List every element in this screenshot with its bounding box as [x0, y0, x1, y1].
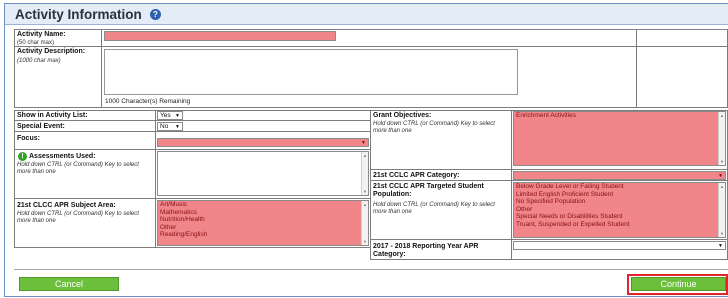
scroll-down-icon: ▼ [720, 159, 724, 164]
special-event-select[interactable]: No ▼ [157, 122, 183, 131]
activity-name-label: Activity Name: [17, 31, 66, 38]
list-item[interactable]: Truant, Suspended or Expelled Student [514, 221, 725, 229]
scroll-down-icon: ▼ [720, 231, 724, 236]
reporting-category-label-cell: 2017 - 2018 Reporting Year APR Category: [370, 239, 512, 260]
scroll-up-icon: ▲ [363, 153, 367, 158]
targeted-population-scrollbar[interactable]: ▲ ▼ [718, 183, 725, 237]
targeted-population-listbox[interactable]: Below Grade Level or Failing Student Lim… [513, 182, 726, 238]
chevron-down-icon: ▼ [175, 124, 180, 130]
targeted-population-hint: Hold down CTRL (or Command) Key to selec… [373, 202, 495, 215]
scroll-up-icon: ▲ [363, 202, 367, 207]
targeted-population-label: 21st CCLC APR Targeted Student Populatio… [373, 183, 484, 198]
activity-description-label-cell: Activity Description: (1000 char max) [14, 46, 102, 108]
activity-name-input[interactable] [104, 31, 336, 41]
list-item[interactable]: Other [158, 224, 368, 232]
show-in-list-value: Yes [160, 112, 171, 119]
activity-name-side-cell [636, 29, 728, 47]
focus-label: Focus: [17, 135, 40, 142]
chevron-down-icon: ▼ [718, 243, 723, 249]
continue-button[interactable]: Continue [631, 277, 726, 291]
subject-area-listbox[interactable]: Art/Music Mathematics Nutrition/Health O… [157, 200, 369, 246]
subject-area-hint: Hold down CTRL (or Command) Key to selec… [17, 211, 139, 224]
list-item[interactable]: Special Needs or Disabilities Student [514, 213, 725, 221]
list-item[interactable]: Reading/English [158, 231, 368, 239]
info-icon: ! [18, 152, 27, 161]
assessments-label: Assessments Used: [29, 153, 96, 160]
character-remaining-count: 1000 Character(s) Remaining [105, 98, 191, 105]
footer-divider [14, 269, 728, 270]
list-item[interactable]: Art/Music [158, 201, 368, 209]
activity-description-label: Activity Description: [17, 48, 86, 55]
special-event-label: Special Event: [17, 123, 65, 130]
grant-objectives-scrollbar[interactable]: ▲ ▼ [718, 112, 725, 165]
panel-header: Activity Information ? [5, 4, 728, 25]
list-item[interactable]: No Specified Population [514, 198, 725, 206]
chevron-down-icon: ▼ [175, 113, 180, 119]
reporting-category-select[interactable]: ▼ [513, 241, 726, 250]
list-item[interactable]: Below Grade Level or Failing Student [514, 183, 725, 191]
scroll-down-icon: ▼ [363, 239, 367, 244]
chevron-down-icon: ▼ [361, 140, 366, 146]
list-item[interactable]: Other [514, 206, 725, 214]
show-in-list-select[interactable]: Yes ▼ [157, 111, 183, 120]
list-item[interactable]: Limited English Proficient Student [514, 191, 725, 199]
activity-description-textarea[interactable] [104, 49, 518, 95]
assessments-listbox[interactable]: ▲ ▼ [157, 151, 369, 196]
grant-objectives-label: Grant Objectives: [373, 112, 432, 119]
special-event-value: No [160, 123, 169, 130]
subject-area-scrollbar[interactable]: ▲ ▼ [361, 201, 368, 245]
targeted-population-label-cell: 21st CCLC APR Targeted Student Populatio… [370, 180, 512, 240]
cancel-button[interactable]: Cancel [19, 277, 119, 291]
activity-description-hint: (1000 char max) [17, 58, 61, 64]
list-item[interactable]: Nutrition/Health [158, 216, 368, 224]
grant-objectives-listbox[interactable]: Enrichment Activities ▲ ▼ [513, 111, 726, 166]
subject-area-label-cell: 21st CLCC APR Subject Area: Hold down CT… [14, 198, 156, 248]
chevron-down-icon: ▼ [718, 173, 723, 179]
page-title: Activity Information [15, 7, 142, 22]
show-in-list-label: Show in Activity List: [17, 112, 88, 119]
list-item[interactable]: Enrichment Activities [514, 112, 725, 120]
scroll-down-icon: ▼ [363, 189, 367, 194]
focus-select[interactable]: ▼ [157, 138, 369, 147]
activity-name-label-cell: Activity Name: (50 char max) [14, 29, 102, 47]
assessments-label-cell: ! Assessments Used: Hold down CTRL (or C… [14, 149, 156, 199]
help-icon[interactable]: ? [150, 9, 161, 20]
activity-description-side-cell [636, 46, 728, 108]
assessments-scrollbar[interactable]: ▲ ▼ [361, 152, 368, 195]
apr-category-select[interactable]: ▼ [513, 171, 726, 180]
assessments-hint: Hold down CTRL (or Command) Key to selec… [17, 162, 139, 175]
focus-label-cell: Focus: [14, 131, 156, 150]
scroll-up-icon: ▲ [720, 113, 724, 118]
scroll-up-icon: ▲ [720, 184, 724, 189]
grant-objectives-hint: Hold down CTRL (or Command) Key to selec… [373, 121, 495, 134]
apr-category-label: 21st CCLC APR Category: [373, 172, 460, 179]
list-item[interactable]: Mathematics [158, 209, 368, 217]
grant-objectives-label-cell: Grant Objectives: Hold down CTRL (or Com… [370, 110, 512, 170]
subject-area-label: 21st CLCC APR Subject Area: [17, 202, 116, 209]
reporting-category-label: 2017 - 2018 Reporting Year APR Category: [373, 243, 479, 258]
